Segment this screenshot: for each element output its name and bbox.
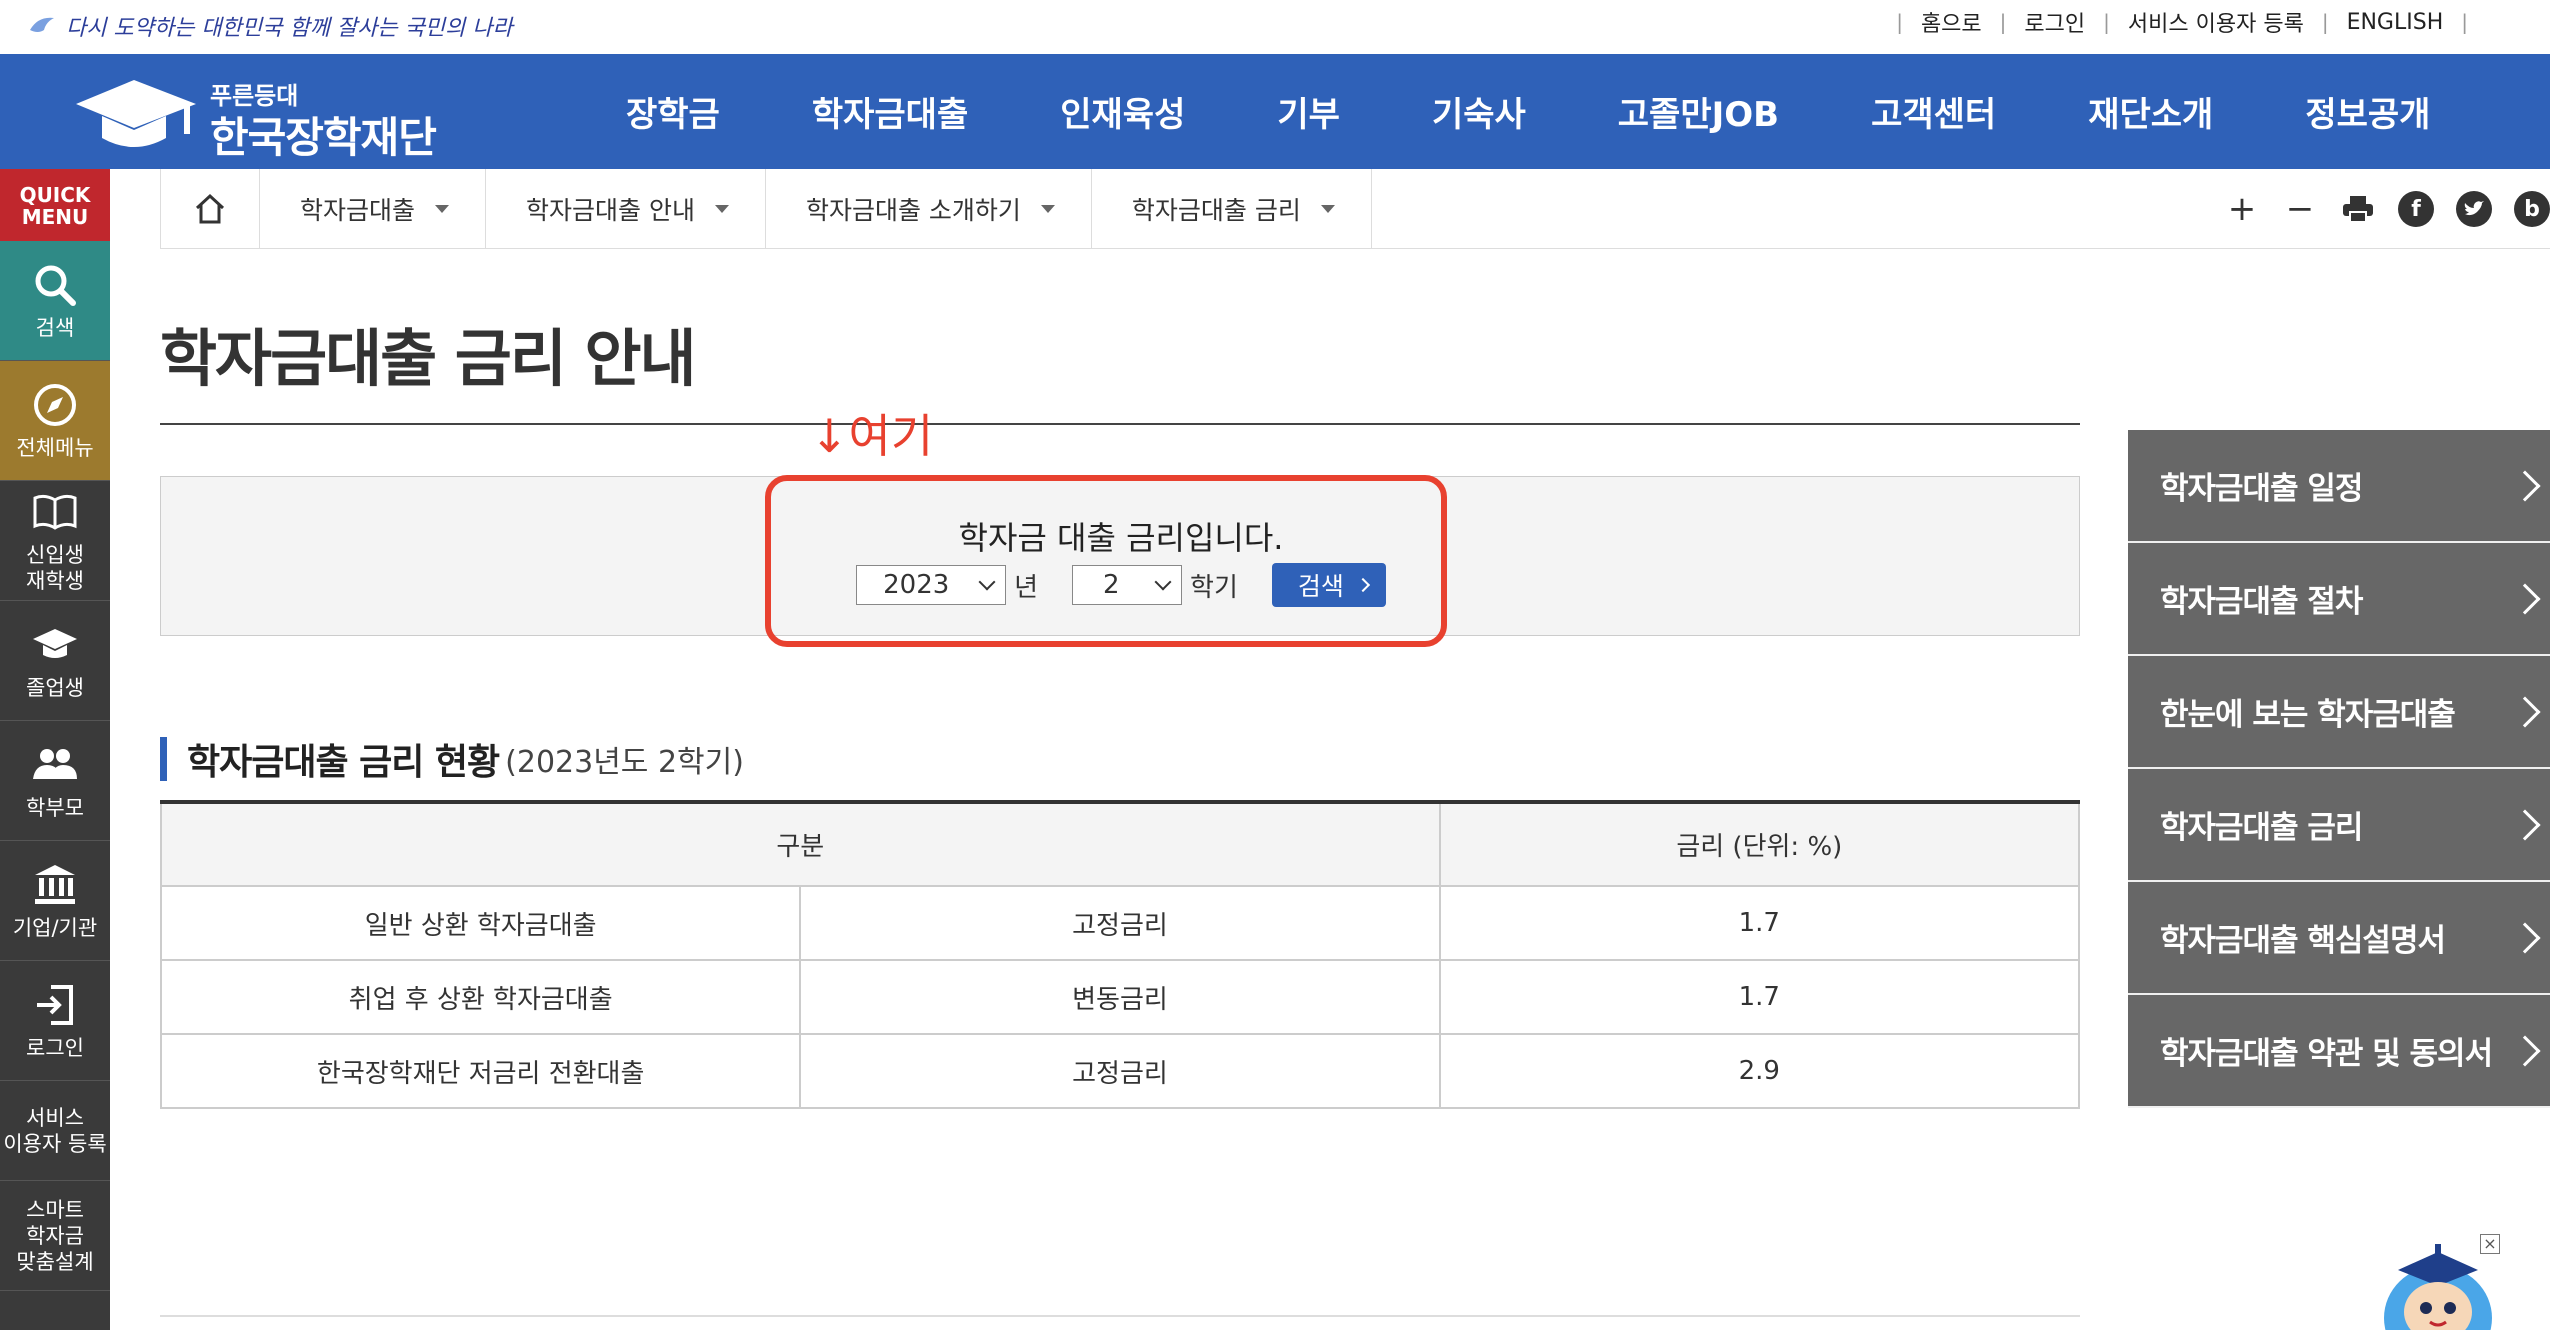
gnb-item-highschool-job[interactable]: 고졸만JOB [1572, 87, 1825, 136]
quick-graduate[interactable]: 졸업생 [0, 601, 110, 721]
quick-menu: QUICK MENU 검색 전체메뉴 신입생 재학생 졸업생 학부모 기업/기관… [0, 169, 110, 1330]
loan-type-cell: 일반 상환 학자금대출 [159, 885, 802, 961]
gnb-item-dormitory[interactable]: 기숙사 [1386, 87, 1572, 136]
login-link[interactable]: 로그인 [2024, 6, 2085, 38]
table-header-category: 구분 [160, 802, 1441, 887]
utility-links: | 홈으로 | 로그인 | 서비스 이용자 등록 | ENGLISH | [1878, 0, 2486, 44]
main-navigation: 푸른등대 한국장학재단 장학금 학자금대출 인재육성 기부 기숙사 고졸만JOB… [0, 54, 2550, 169]
table-row: 취업 후 상환 학자금대출 변동금리 1.7 [159, 959, 2081, 1035]
chevron-right-icon [2509, 808, 2541, 841]
side-item-loan-procedure[interactable]: 학자금대출 절차 [2128, 543, 2550, 656]
quick-menu-title: QUICK MENU [0, 169, 110, 241]
quick-service-register[interactable]: 서비스 이용자 등록 [0, 1081, 110, 1181]
table-row: 한국장학재단 저금리 전환대출 고정금리 2.9 [159, 1033, 2081, 1109]
rate-type-cell: 고정금리 [799, 885, 1441, 961]
quick-freshman[interactable]: 신입생 재학생 [0, 481, 110, 601]
print-icon[interactable] [2340, 191, 2376, 227]
table-header-row: 구분 금리 (단위: %) [160, 802, 2081, 887]
section-title: 학자금대출 금리 현황 (2023년도 2학기) [160, 737, 744, 783]
quick-search[interactable]: 검색 [0, 241, 110, 361]
zoom-out-icon[interactable]: − [2282, 189, 2318, 229]
chevron-right-icon [2509, 695, 2541, 728]
loan-type-cell: 취업 후 상환 학자금대출 [159, 959, 802, 1035]
gnb-item-about[interactable]: 재단소개 [2042, 87, 2259, 136]
gnb-item-customer-center[interactable]: 고객센터 [1825, 87, 2042, 136]
breadcrumb-item-loan-guide[interactable]: 학자금대출 안내 [486, 169, 766, 249]
rate-type-cell: 변동금리 [799, 959, 1441, 1035]
graduation-cap-logo-icon [76, 80, 196, 147]
page-title: 학자금대출 금리 안내 [160, 322, 697, 395]
quick-smart-plan[interactable]: 스마트 학자금 맞춤설계 [0, 1181, 110, 1291]
page-tools: + − f b [2224, 169, 2550, 249]
side-item-loan-key-doc[interactable]: 학자금대출 핵심설명서 [2128, 882, 2550, 995]
side-menu: 학자금대출 일정 학자금대출 절차 한눈에 보는 학자금대출 학자금대출 금리 … [2128, 430, 2550, 1108]
home-link[interactable]: 홈으로 [1921, 6, 1982, 38]
section-title-sub: (2023년도 2학기) [505, 745, 744, 780]
table-header-rate: 금리 (단위: %) [1438, 802, 2081, 887]
side-item-loan-schedule[interactable]: 학자금대출 일정 [2128, 430, 2550, 543]
gnb-menu: 장학금 학자금대출 인재육성 기부 기숙사 고졸만JOB 고객센터 재단소개 정… [580, 54, 2476, 169]
rate-value-cell: 1.7 [1438, 885, 2081, 961]
caret-down-icon [1040, 205, 1055, 213]
home-icon [195, 193, 225, 224]
dove-icon [30, 17, 54, 32]
gnb-item-talent[interactable]: 인재육성 [1014, 87, 1231, 136]
breadcrumb: 학자금대출 학자금대출 안내 학자금대출 소개하기 학자금대출 금리 [260, 169, 1372, 249]
section-title-main: 학자금대출 금리 현황 [187, 742, 500, 783]
caret-down-icon [714, 205, 729, 213]
blog-icon[interactable]: b [2514, 191, 2550, 227]
breadcrumb-item-loan-rate[interactable]: 학자금대출 금리 [1092, 169, 1372, 249]
quick-login[interactable]: 로그인 [0, 961, 110, 1081]
title-divider [160, 423, 2080, 425]
gnb-item-donation[interactable]: 기부 [1231, 87, 1386, 136]
caret-down-icon [1320, 205, 1335, 213]
gnb-item-student-loan[interactable]: 학자금대출 [766, 87, 1014, 136]
zoom-in-icon[interactable]: + [2224, 189, 2260, 229]
gnb-item-scholarship[interactable]: 장학금 [580, 87, 766, 136]
side-item-loan-rate[interactable]: 학자금대출 금리 [2128, 769, 2550, 882]
twitter-icon[interactable] [2456, 191, 2492, 227]
chevron-right-icon [2509, 1034, 2541, 1067]
breadcrumb-item-loan[interactable]: 학자금대출 [260, 169, 487, 249]
location-bar: 학자금대출 학자금대출 안내 학자금대출 소개하기 학자금대출 금리 + − f… [160, 169, 2550, 249]
facebook-icon[interactable]: f [2398, 191, 2434, 227]
book-icon [33, 494, 77, 530]
rate-type-cell: 고정금리 [799, 1033, 1441, 1109]
login-icon [37, 984, 73, 1025]
rate-value-cell: 1.7 [1438, 959, 2081, 1035]
service-register-link[interactable]: 서비스 이용자 등록 [2128, 6, 2304, 38]
search-icon [35, 265, 76, 306]
rate-table: 구분 금리 (단위: %) 일반 상환 학자금대출 고정금리 1.7 취업 후 … [159, 800, 2081, 1109]
slogan-text: 다시 도약하는 대한민국 함께 잘사는 국민의 나라 [66, 16, 513, 41]
content-bottom-divider [160, 1315, 2080, 1317]
mascot-chatbot-icon[interactable] [2380, 1240, 2496, 1330]
compass-icon [34, 383, 76, 426]
gnb-item-disclosure[interactable]: 정보공개 [2259, 87, 2476, 136]
breadcrumb-item-loan-intro[interactable]: 학자금대출 소개하기 [766, 169, 1092, 249]
table-row: 일반 상환 학자금대출 고정금리 1.7 [159, 885, 2081, 961]
parents-icon [33, 748, 77, 779]
chevron-right-icon [2509, 921, 2541, 954]
quick-parents[interactable]: 학부모 [0, 721, 110, 841]
chevron-right-icon [2509, 582, 2541, 615]
caret-down-icon [435, 205, 450, 213]
english-link[interactable]: ENGLISH [2347, 10, 2444, 35]
top-utility-bar: 다시 도약하는 대한민국 함께 잘사는 국민의 나라 | 홈으로 | 로그인 |… [0, 0, 2550, 54]
graduation-cap-icon [33, 628, 77, 658]
slogan-banner: 다시 도약하는 대한민국 함께 잘사는 국민의 나라 [28, 6, 513, 46]
annotation-highlight-box [765, 475, 1447, 647]
site-logo[interactable]: 푸른등대 한국장학재단 [72, 66, 472, 162]
loan-type-cell: 한국장학재단 저금리 전환대출 [159, 1033, 802, 1109]
quick-company[interactable]: 기업/기관 [0, 841, 110, 961]
rate-value-cell: 2.9 [1438, 1033, 2081, 1109]
annotation-note: ↓여기 [810, 409, 934, 463]
logo-title: 한국장학재단 [210, 113, 437, 162]
home-button[interactable] [160, 169, 260, 249]
quick-all-menu[interactable]: 전체메뉴 [0, 361, 110, 481]
side-item-loan-overview[interactable]: 한눈에 보는 학자금대출 [2128, 656, 2550, 769]
building-icon [35, 864, 75, 904]
side-item-loan-terms[interactable]: 학자금대출 약관 및 동의서 [2128, 995, 2550, 1108]
chevron-right-icon [2509, 469, 2541, 502]
